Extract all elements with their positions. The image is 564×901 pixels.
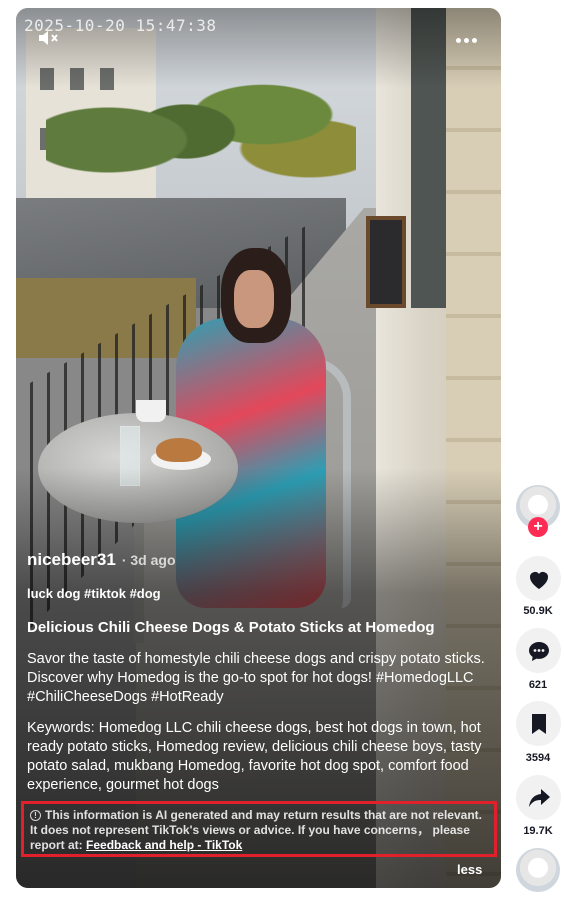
- ai-notice: ! This information is AI generated and ma…: [21, 801, 497, 857]
- video-description: Savor the taste of homestyle chili chees…: [27, 651, 485, 705]
- comment-count: 621: [528, 679, 548, 691]
- bookmark-icon: [531, 713, 546, 734]
- info-icon: !: [30, 810, 41, 821]
- speaker-muted-icon[interactable]: [36, 26, 60, 50]
- share-count: 19.7K: [523, 825, 553, 837]
- save-count: 3594: [525, 752, 551, 764]
- like-count: 50.9K: [523, 605, 553, 617]
- feedback-link[interactable]: Feedback and help - TikTok: [86, 838, 242, 852]
- author-name[interactable]: nicebeer31: [27, 550, 116, 570]
- sound-avatar[interactable]: [516, 848, 560, 892]
- heart-icon: [529, 571, 548, 589]
- collapse-caption-link[interactable]: less: [457, 862, 482, 877]
- hashtag-line[interactable]: luck dog #tiktok #dog: [27, 586, 497, 601]
- comment-icon: [528, 641, 549, 661]
- share-button[interactable]: [516, 775, 561, 820]
- video-caption: nicebeer31 · 3d ago luck dog #tiktok #do…: [27, 550, 497, 807]
- video-title: Delicious Chili Cheese Dogs & Potato Sti…: [27, 619, 435, 636]
- follow-button[interactable]: +: [528, 517, 548, 537]
- comment-button[interactable]: [516, 628, 561, 673]
- post-age: · 3d ago: [121, 552, 176, 568]
- save-button[interactable]: [516, 701, 561, 746]
- video-player[interactable]: 2025-10-20 15:47:38 nicebeer31 · 3d ago …: [16, 8, 501, 888]
- ellipsis-icon[interactable]: [456, 30, 482, 43]
- share-arrow-icon: [528, 788, 550, 807]
- like-button[interactable]: [516, 556, 561, 601]
- video-keywords: Keywords: Homedog LLC chili cheese dogs,…: [27, 720, 482, 793]
